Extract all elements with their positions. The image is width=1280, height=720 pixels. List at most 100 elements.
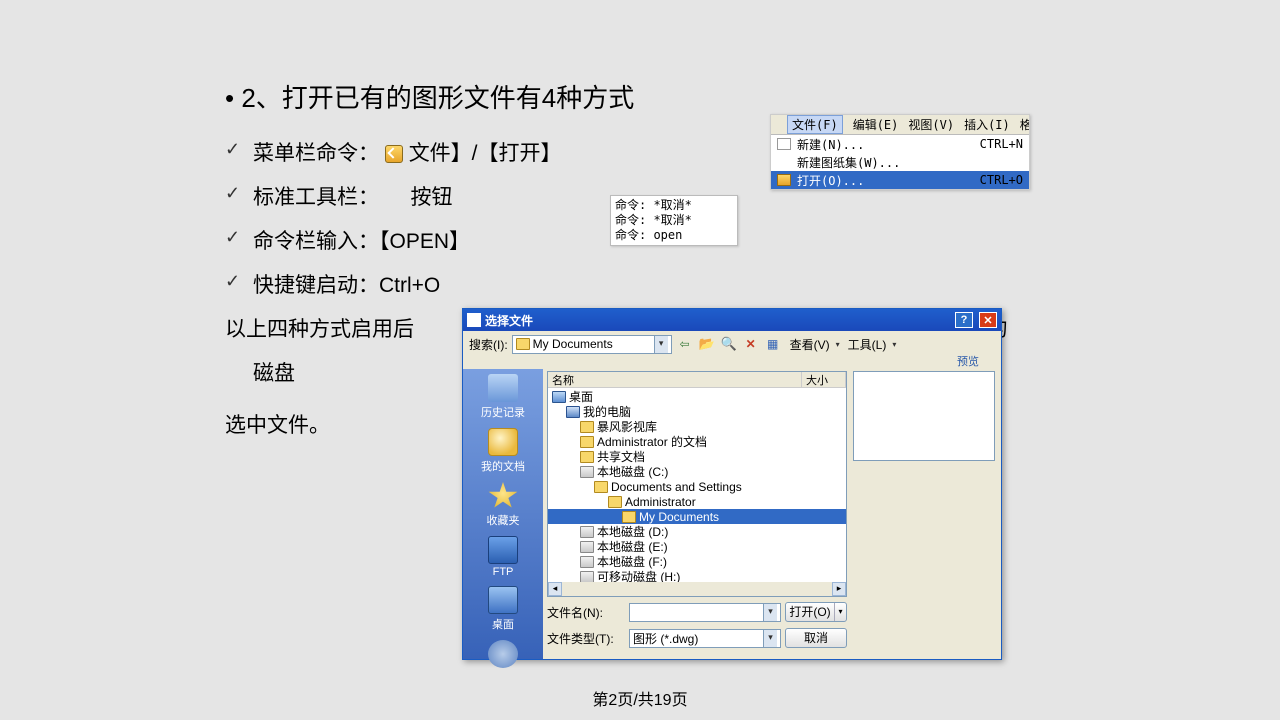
filetype-combo[interactable]: 图形 (*.dwg) ▾ <box>629 629 781 648</box>
new-icon <box>777 138 791 150</box>
tools-menu[interactable]: 工具(L) <box>848 336 887 353</box>
col-size[interactable]: 大小 <box>802 372 846 387</box>
menu-view[interactable]: 视图(V) <box>908 116 954 133</box>
place-ftp-label: FTP <box>465 566 541 578</box>
view-menu[interactable]: 查看(V) <box>790 336 830 353</box>
place-history[interactable]: 历史记录 <box>465 371 541 425</box>
folder-icon <box>594 481 608 493</box>
tree-node[interactable]: 暴风影视库 <box>548 419 846 434</box>
place-ftp[interactable]: FTP <box>465 533 541 583</box>
ftp-icon <box>488 536 518 564</box>
filetype-dd[interactable]: ▾ <box>763 630 777 647</box>
folder-icon <box>566 406 580 418</box>
commandline-screenshot: 命令: *取消* 命令: *取消* 命令: open <box>610 195 738 246</box>
view-dd[interactable]: ▾ <box>834 335 842 353</box>
up-button[interactable] <box>698 335 716 353</box>
method-1-pre: 菜单栏命令： <box>253 142 379 165</box>
folder-icon <box>622 511 636 523</box>
open-button[interactable]: 打开(O) ▾ <box>785 602 847 622</box>
tree-node[interactable]: 桌面 <box>548 389 846 404</box>
tree-node[interactable]: 本地磁盘 (E:) <box>548 539 846 554</box>
delete-button[interactable] <box>742 335 760 353</box>
scroll-right[interactable]: ▸ <box>832 582 846 596</box>
tree-node[interactable]: Administrator 的文档 <box>548 434 846 449</box>
menu-newsheet-label: 新建图纸集(W)... <box>797 154 1023 171</box>
menu-screenshot: 文件(F) 编辑(E) 视图(V) 插入(I) 格 新建(N)... CTRL+… <box>770 114 1030 190</box>
note-1a: 以上四种方式启用后 <box>225 318 414 341</box>
tree-node[interactable]: Documents and Settings <box>548 479 846 494</box>
slide-title: 2、打开已有的图形文件有4种方式 <box>225 78 1045 115</box>
star-icon <box>488 482 518 510</box>
place-history-label: 历史记录 <box>465 404 541 420</box>
folder-icon <box>580 556 594 568</box>
dialog-titlebar: 选择文件 ? ✕ <box>463 309 1001 331</box>
gear-icon <box>488 640 518 668</box>
help-button[interactable]: ? <box>955 312 973 328</box>
file-tree[interactable]: 名称 大小 桌面我的电脑暴风影视库Administrator 的文档共享文档本地… <box>547 371 847 597</box>
place-desktop-label: 桌面 <box>465 616 541 632</box>
horizontal-scrollbar[interactable]: ◂ ▸ <box>548 582 846 596</box>
menu-item-new[interactable]: 新建(N)... CTRL+N <box>771 135 1029 153</box>
back-button[interactable] <box>676 335 694 353</box>
tree-node[interactable]: 本地磁盘 (D:) <box>548 524 846 539</box>
menu-item-new-sheet[interactable]: 新建图纸集(W)... <box>771 153 1029 171</box>
folder-icon <box>580 421 594 433</box>
mydocs-icon <box>488 428 518 456</box>
preview-column <box>851 369 1001 659</box>
menu-item-open[interactable]: 打开(O)... CTRL+O <box>771 171 1029 189</box>
place-mydocs[interactable]: 我的文档 <box>465 425 541 479</box>
filename-row: 文件名(N): ▾ 打开(O) ▾ <box>547 601 847 623</box>
desktop-icon <box>488 586 518 614</box>
place-extra[interactable] <box>465 637 541 675</box>
method-4: 快捷键启动：Ctrl+O <box>225 269 1045 299</box>
tree-node[interactable]: Administrator <box>548 494 846 509</box>
dialog-title-text: 选择文件 <box>485 312 949 329</box>
search-button[interactable] <box>720 335 738 353</box>
views-icon <box>764 335 782 353</box>
chevron-down-icon[interactable]: ▾ <box>654 336 668 353</box>
cmd-line-2: 命令: *取消* <box>615 213 733 228</box>
lookin-value: My Documents <box>533 337 649 351</box>
place-fav-label: 收藏夹 <box>465 512 541 528</box>
tree-node-label: My Documents <box>639 510 719 524</box>
menu-bar: 文件(F) 编辑(E) 视图(V) 插入(I) 格 <box>771 115 1029 135</box>
tree-node-label: Documents and Settings <box>611 480 742 494</box>
tree-node[interactable]: 共享文档 <box>548 449 846 464</box>
tools-dd[interactable]: ▾ <box>890 335 898 353</box>
folder-icon <box>516 338 530 350</box>
filetype-row: 文件类型(T): 图形 (*.dwg) ▾ 取消 <box>547 627 847 649</box>
col-name[interactable]: 名称 <box>548 372 802 387</box>
menu-edit[interactable]: 编辑(E) <box>853 116 899 133</box>
scroll-left[interactable]: ◂ <box>548 582 562 596</box>
cancel-button[interactable]: 取消 <box>785 628 847 648</box>
tree-node[interactable]: My Documents <box>548 509 846 524</box>
open-icon <box>385 145 403 163</box>
filename-input[interactable]: ▾ <box>629 603 781 622</box>
open-split-dd[interactable]: ▾ <box>834 603 846 621</box>
folder-icon <box>580 451 594 463</box>
menu-open-shortcut: CTRL+O <box>980 173 1023 187</box>
cmd-line-3: 命令: open <box>615 228 733 243</box>
tree-node[interactable]: 本地磁盘 (C:) <box>548 464 846 479</box>
folder-icon <box>580 571 594 583</box>
place-desktop[interactable]: 桌面 <box>465 583 541 637</box>
tree-node-label: Administrator <box>625 495 696 509</box>
filetype-value: 图形 (*.dwg) <box>633 630 758 647</box>
tree-node[interactable]: 本地磁盘 (F:) <box>548 554 846 569</box>
search-label: 搜索(I): <box>469 336 508 353</box>
tree-header: 名称 大小 <box>548 372 846 388</box>
open-folder-icon <box>777 174 791 186</box>
tree-node[interactable]: 我的电脑 <box>548 404 846 419</box>
menu-file[interactable]: 文件(F) <box>787 115 843 134</box>
dialog-icon <box>467 313 481 327</box>
menu-insert[interactable]: 插入(I) <box>964 116 1010 133</box>
places-bar: 历史记录 我的文档 收藏夹 FTP 桌面 <box>463 369 543 659</box>
menu-format[interactable]: 格 <box>1020 116 1029 133</box>
folder-icon <box>608 496 622 508</box>
place-favorites[interactable]: 收藏夹 <box>465 479 541 533</box>
close-button[interactable]: ✕ <box>979 312 997 328</box>
filename-dd[interactable]: ▾ <box>763 604 777 621</box>
lookin-combo[interactable]: My Documents ▾ <box>512 335 672 354</box>
menu-open-label: 打开(O)... <box>797 172 974 189</box>
open-btn-label: 打开(O) <box>786 603 834 621</box>
